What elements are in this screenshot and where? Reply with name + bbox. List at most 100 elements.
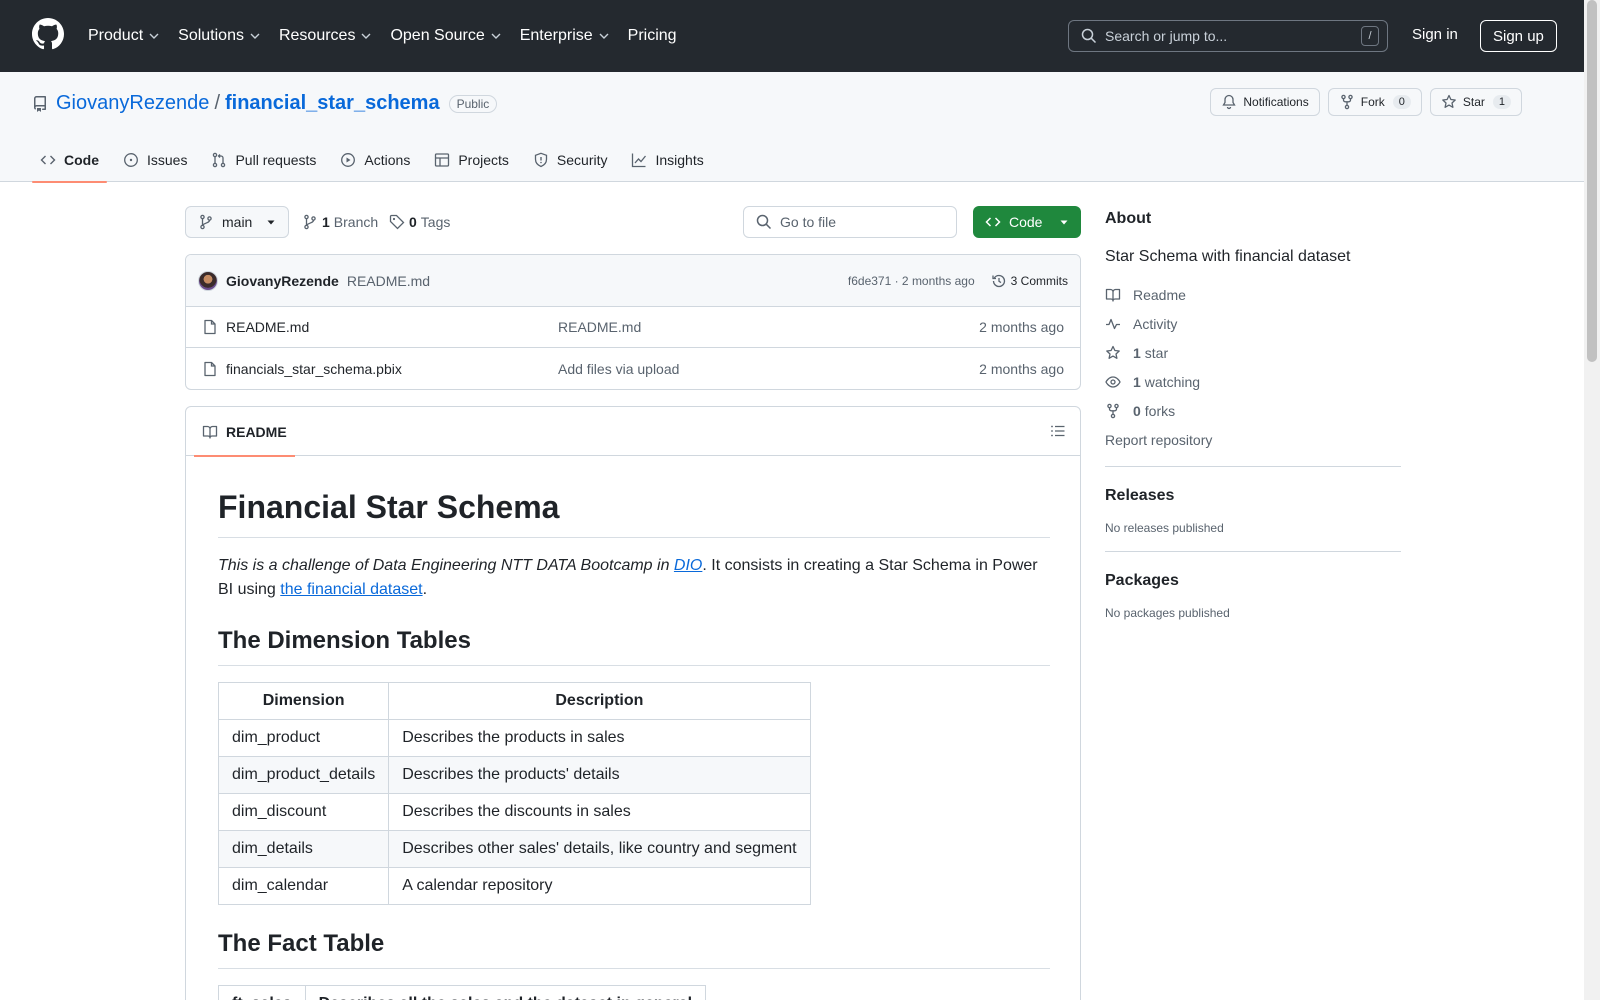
activity-link[interactable]: Activity <box>1105 309 1401 338</box>
file-browser: GiovanyRezende README.md f6de371 · 2 mon… <box>185 254 1081 390</box>
intro-end: . <box>422 581 428 598</box>
go-to-file-placeholder: Go to file <box>780 214 837 230</box>
dio-link[interactable]: DIO <box>674 557 702 574</box>
star-icon <box>1106 345 1120 359</box>
table-header-cell: ft_sales <box>218 985 306 1000</box>
global-search-input[interactable]: Search or jump to... / <box>1068 20 1388 52</box>
sign-up-button[interactable]: Sign up <box>1480 20 1557 52</box>
about-title: About <box>1105 210 1152 227</box>
repo-tabs: Code Issues Pull requests Actions Projec… <box>32 138 720 183</box>
readme-link[interactable]: Readme <box>1105 280 1401 309</box>
tab-actions[interactable]: Actions <box>332 138 418 182</box>
file-name-link[interactable]: financials_star_schema.pbix <box>226 361 558 377</box>
code-dropdown-button[interactable]: Code <box>973 206 1081 238</box>
tab-security[interactable]: Security <box>525 138 616 182</box>
file-row[interactable]: financials_star_schema.pbix Add files vi… <box>186 348 1080 389</box>
nav-enterprise[interactable]: Enterprise <box>520 27 610 45</box>
notifications-label: Notifications <box>1243 95 1309 109</box>
nav-product[interactable]: Product <box>88 27 160 45</box>
releases-note: No releases published <box>1105 521 1224 535</box>
nav-resources[interactable]: Resources <box>279 27 372 45</box>
fork-count: 0 <box>1392 95 1411 109</box>
file-commit-message-link[interactable]: README.md <box>558 319 979 335</box>
page-scrollbar[interactable] <box>1584 0 1600 1000</box>
search-icon <box>1081 28 1097 44</box>
stars-link[interactable]: 1 star <box>1105 338 1401 367</box>
search-placeholder: Search or jump to... <box>1105 28 1228 44</box>
tab-projects[interactable]: Projects <box>426 138 517 182</box>
repo-actions: Notifications Fork 0 Star 1 <box>1202 88 1522 116</box>
tab-issues[interactable]: Issues <box>115 138 195 182</box>
caret-down-icon <box>1060 220 1068 225</box>
repo-owner-link[interactable]: GiovanyRezende <box>56 92 209 115</box>
table-cell: dim_discount <box>217 793 390 831</box>
branch-name: main <box>222 214 253 230</box>
star-label: Star <box>1462 95 1485 109</box>
tags-link[interactable]: 0 Tags <box>389 214 450 230</box>
play-icon <box>341 153 356 167</box>
repo-path-separator: / <box>214 92 220 114</box>
tab-insights[interactable]: Insights <box>623 138 711 182</box>
table-header-cell: Dimension <box>217 682 390 720</box>
tab-code[interactable]: Code <box>32 138 107 183</box>
fork-button[interactable]: Fork 0 <box>1327 88 1422 116</box>
avatar[interactable] <box>198 270 218 291</box>
scrollbar-thumb[interactable] <box>1587 0 1597 362</box>
fork-label: Fork <box>1360 95 1385 109</box>
tab-label: Projects <box>458 152 509 168</box>
file-commit-message-link[interactable]: Add files via upload <box>558 361 979 377</box>
financial-dataset-link[interactable]: the financial dataset <box>280 581 422 598</box>
go-to-file-input[interactable]: Go to file <box>743 206 957 238</box>
star-button[interactable]: Star 1 <box>1429 88 1522 116</box>
file-name-link[interactable]: README.md <box>226 319 558 335</box>
sign-in-link[interactable]: Sign in <box>1412 26 1458 43</box>
fact-table: ft_sales Describes all the sales and the… <box>218 985 707 1000</box>
star-count: 1 <box>1492 95 1511 109</box>
nav-solutions[interactable]: Solutions <box>178 27 261 45</box>
readme-panel: README Financial Star Schema This is a c… <box>185 406 1081 1000</box>
divider <box>1105 466 1401 467</box>
table-cell: dim_details <box>217 830 390 868</box>
tab-pull-requests[interactable]: Pull requests <box>203 138 324 182</box>
branch-selector[interactable]: main <box>185 206 289 238</box>
table-header-cell: Describes all the sales and the dataset … <box>304 985 707 1000</box>
commit-author-link[interactable]: GiovanyRezende <box>226 273 339 289</box>
repo-name-link[interactable]: financial_star_schema <box>225 92 440 115</box>
tab-label: Actions <box>364 152 411 168</box>
tab-label: Pull requests <box>235 152 317 168</box>
nav-pricing[interactable]: Pricing <box>628 27 677 45</box>
commits-count: 3 Commits <box>1010 273 1068 288</box>
releases-title[interactable]: Releases <box>1105 487 1401 505</box>
file-row[interactable]: README.md README.md 2 months ago <box>186 307 1080 348</box>
nav-open-source[interactable]: Open Source <box>390 27 501 45</box>
tab-label: Issues <box>147 152 188 168</box>
table-header-row: ft_sales Describes all the sales and the… <box>218 985 707 1000</box>
commit-message-link[interactable]: README.md <box>347 273 430 289</box>
nav-label: Pricing <box>627 27 677 44</box>
report-repository-link[interactable]: Report repository <box>1105 425 1401 454</box>
branches-link[interactable]: 1 Branch <box>302 214 378 230</box>
fact-table-heading: The Fact Table <box>218 929 1050 969</box>
list-outline-icon[interactable] <box>1050 423 1066 439</box>
tab-label: Code <box>64 152 99 168</box>
watching-label: watching <box>1144 373 1201 390</box>
forks-link[interactable]: 0 forks <box>1105 396 1401 425</box>
repo-description: Star Schema with financial dataset <box>1105 248 1351 265</box>
commits-history-link[interactable]: 3 Commits <box>991 273 1068 289</box>
commit-hash-time[interactable]: f6de371 · 2 months ago <box>848 274 975 288</box>
readme-tab[interactable]: README <box>194 407 295 457</box>
tag-label: Tags <box>420 214 451 230</box>
table-row: dim_calendar A calendar repository <box>217 867 811 905</box>
repo-icon <box>34 95 46 112</box>
table-cell: A calendar repository <box>388 867 811 905</box>
github-logo-icon[interactable] <box>32 18 64 50</box>
activity-link-label: Activity <box>1133 315 1178 332</box>
readme-title: Financial Star Schema <box>218 487 1050 538</box>
packages-title[interactable]: Packages <box>1105 572 1401 590</box>
code-icon <box>985 217 1001 227</box>
visibility-badge: Public <box>448 94 498 113</box>
watching-link[interactable]: 1 watching <box>1105 367 1401 396</box>
stars-count: 1 <box>1133 344 1141 361</box>
notifications-button[interactable]: Notifications <box>1210 88 1320 116</box>
about-links: Readme Activity 1 star 1 watching 0 fork… <box>1105 280 1401 454</box>
